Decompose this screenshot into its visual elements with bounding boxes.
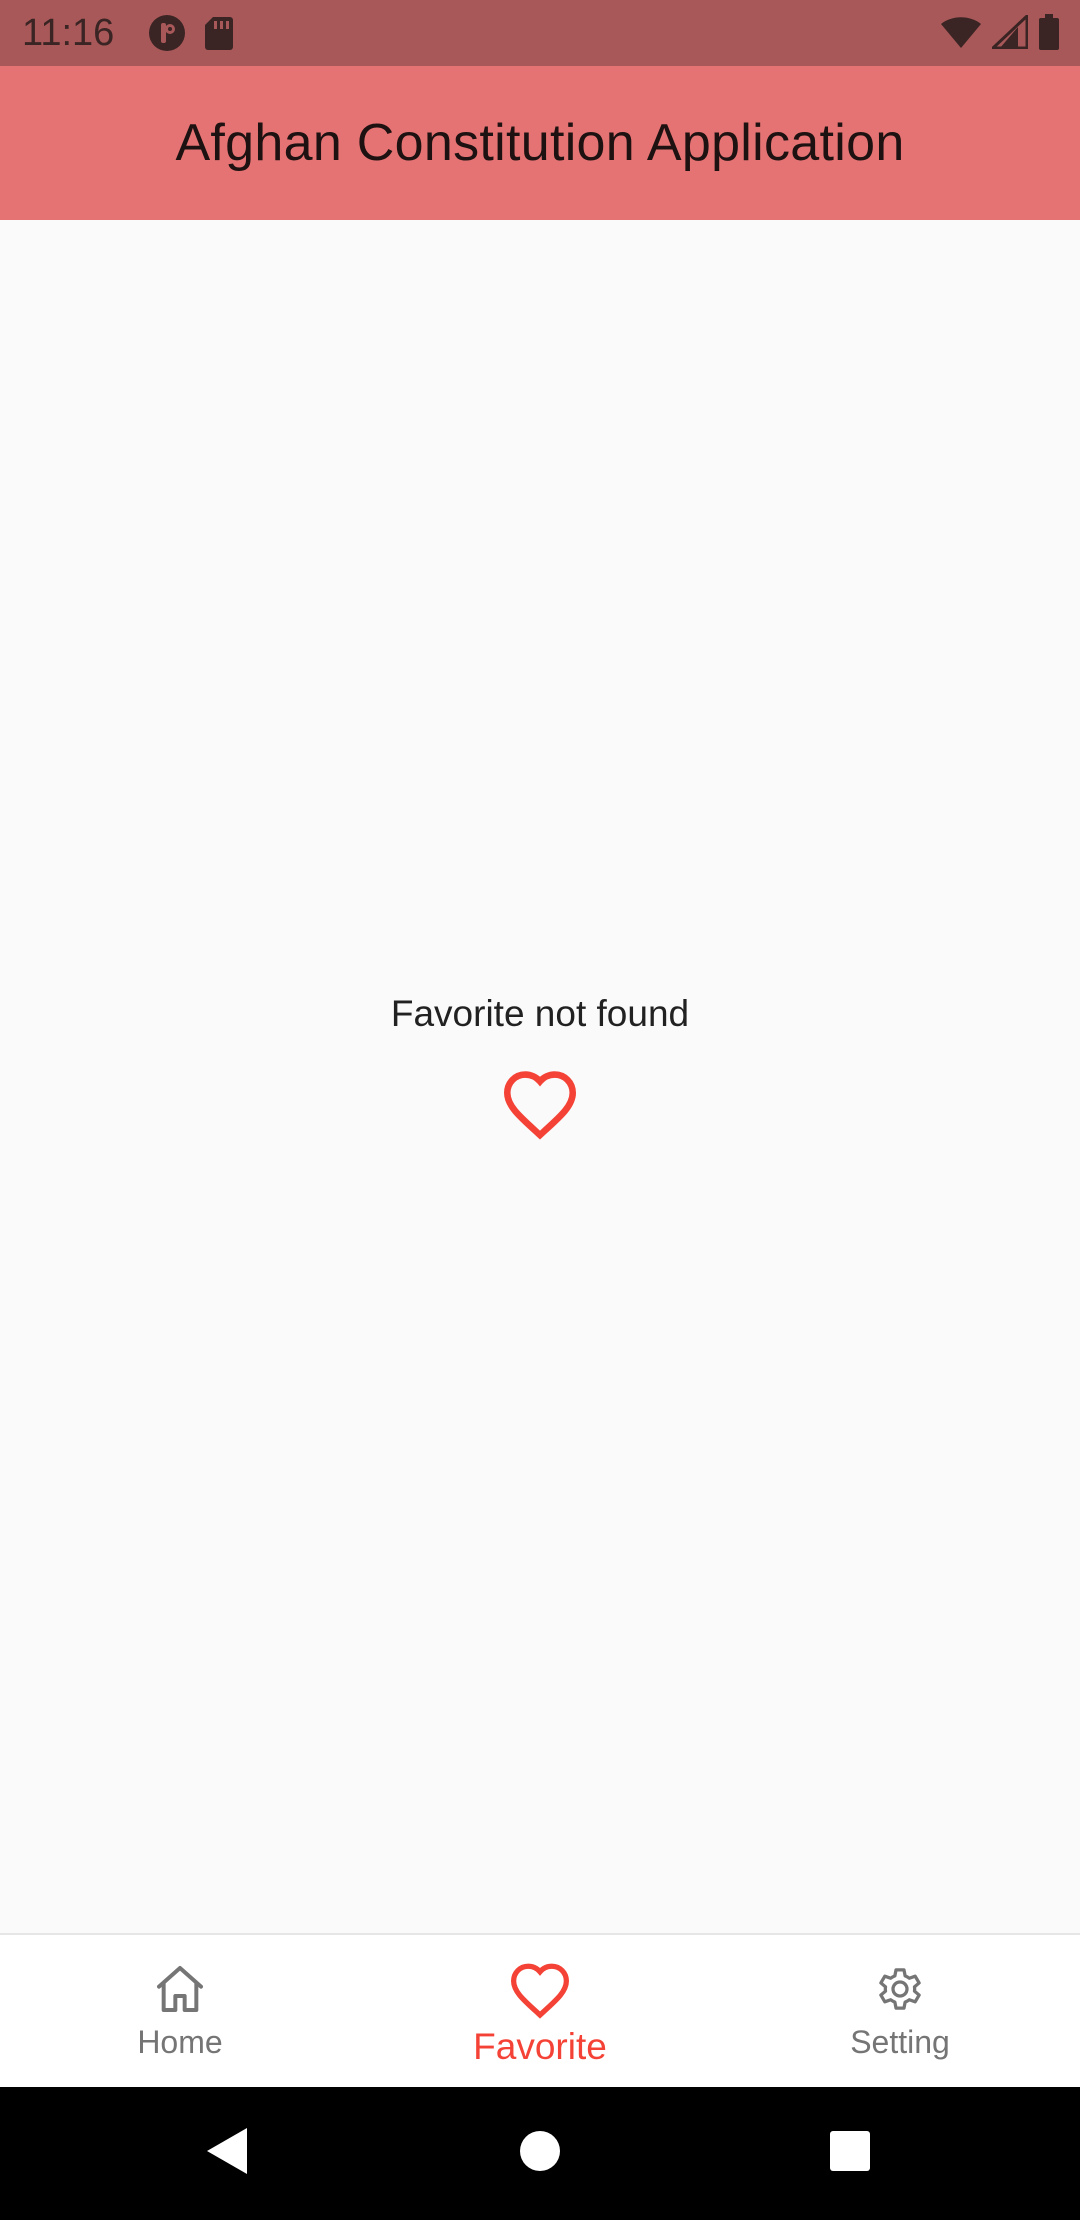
nav-label-home: Home — [137, 2024, 223, 2060]
page-title: Afghan Constitution Application — [175, 114, 905, 172]
favorites-content: Favorite not found — [0, 220, 1080, 1933]
nav-item-favorite[interactable]: Favorite — [360, 1935, 720, 2089]
system-navigation-bar — [0, 2087, 1080, 2220]
nav-item-home[interactable]: Home — [0, 1935, 360, 2089]
nav-label-favorite: Favorite — [473, 2026, 607, 2067]
back-icon — [203, 2126, 249, 2181]
app-bar: Afghan Constitution Application — [0, 66, 1080, 220]
system-home-button[interactable] — [480, 2087, 600, 2220]
empty-state: Favorite not found — [0, 992, 1080, 1145]
status-time: 11:16 — [22, 12, 115, 54]
home-circle-icon — [519, 2130, 561, 2177]
sd-card-icon — [204, 15, 234, 51]
status-bar: 11:16 — [0, 0, 1080, 66]
recents-button[interactable] — [790, 2087, 910, 2220]
nav-label-setting: Setting — [850, 2024, 950, 2060]
cellular-signal-icon — [992, 15, 1028, 49]
home-icon — [151, 1961, 209, 2022]
heart-outline-icon — [508, 1961, 572, 2024]
empty-state-message: Favorite not found — [390, 993, 690, 1034]
nav-item-setting[interactable]: Setting — [720, 1935, 1080, 2089]
status-right-icons — [940, 14, 1060, 50]
back-button[interactable] — [166, 2087, 286, 2220]
recents-icon — [829, 2130, 871, 2177]
bottom-navigation: Home Favorite Setting — [0, 1933, 1080, 2089]
status-left-icons — [148, 14, 234, 52]
wifi-icon — [940, 15, 982, 49]
screen: 11:16 Afghan Constitution Application Fa… — [0, 0, 1080, 2220]
heart-outline-icon — [500, 1068, 580, 1145]
gear-icon — [871, 1961, 929, 2022]
battery-icon — [1038, 14, 1060, 50]
podcast-app-icon — [148, 14, 186, 52]
